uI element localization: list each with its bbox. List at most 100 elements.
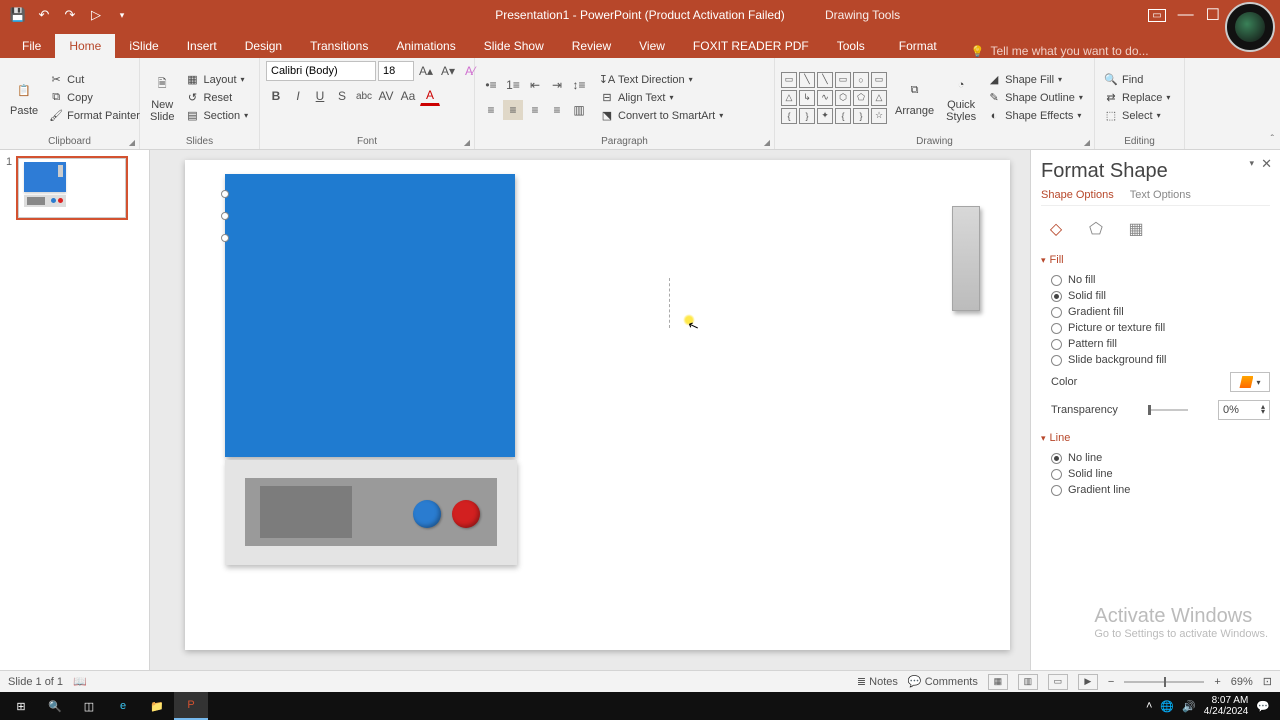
new-slide-button[interactable]: 🗎 New Slide [146,71,178,125]
sorter-view-icon[interactable]: ▥ [1018,674,1038,690]
fit-to-window-icon[interactable]: ⊡ [1263,675,1272,688]
font-size-combo[interactable] [378,61,414,81]
line-solid-line[interactable]: Solid line [1041,466,1270,482]
fill-pattern-fill[interactable]: Pattern fill [1041,336,1270,352]
powerpoint-taskbar-icon[interactable]: P [174,692,208,720]
notifications-icon[interactable]: 💬 [1256,700,1270,713]
zoom-in-icon[interactable]: + [1214,676,1220,688]
shape-effects-button[interactable]: ◐Shape Effects▾ [984,108,1086,124]
line-no-line[interactable]: No line [1041,450,1270,466]
transparency-spinner[interactable]: 0%▴▾ [1218,400,1270,420]
task-view-icon[interactable]: ◫ [72,692,106,720]
fill-picture-fill[interactable]: Picture or texture fill [1041,320,1270,336]
start-from-beginning-icon[interactable]: ▷ [88,7,104,23]
tab-transitions[interactable]: Transitions [296,34,382,58]
drawing-dialog-launcher[interactable]: ◢ [1084,138,1090,147]
reset-button[interactable]: ↺Reset [182,90,251,106]
tab-slideshow[interactable]: Slide Show [470,34,558,58]
shape-fill-button[interactable]: ◢Shape Fill▾ [984,72,1086,88]
comments-button[interactable]: 💬 Comments [908,675,978,688]
copy-button[interactable]: ⧉Copy [46,90,143,106]
slide-canvas-area[interactable]: ↖ [150,150,1030,670]
start-button[interactable]: ⊞ [4,692,38,720]
tab-shape-options[interactable]: Shape Options [1041,189,1114,201]
taskbar-search-icon[interactable]: 🔍 [38,692,72,720]
selected-line-shape[interactable] [225,194,227,238]
minimize-icon[interactable]: — [1178,6,1194,24]
tab-review[interactable]: Review [558,34,625,58]
smartart-button[interactable]: ⬔Convert to SmartArt▾ [597,108,726,124]
font-name-combo[interactable] [266,61,376,81]
tab-foxit[interactable]: FOXIT READER PDF [679,34,823,58]
columns-icon[interactable]: ▥ [569,100,589,120]
explorer-icon[interactable]: 📁 [140,692,174,720]
pane-close-icon[interactable]: ✕ [1261,156,1272,172]
quick-styles-button[interactable]: ◔ Quick Styles [942,71,980,125]
line-gradient-line[interactable]: Gradient line [1041,482,1270,498]
qat-more-icon[interactable]: ▾ [114,7,130,23]
section-button[interactable]: ▤Section▾ [182,108,251,124]
tray-chevron-icon[interactable]: ˄ [1146,700,1152,712]
notes-button[interactable]: ≣ Notes [857,675,898,688]
tray-network-icon[interactable]: 🌐 [1160,700,1174,713]
transparency-slider[interactable] [1148,409,1188,411]
system-clock[interactable]: 8:07 AM4/24/2024 [1204,695,1249,717]
bullets-icon[interactable]: •≡ [481,75,501,95]
spacing-icon[interactable]: AV [376,86,396,106]
clipboard-dialog-launcher[interactable]: ◢ [129,138,135,147]
selection-handle-top[interactable] [221,190,229,198]
numbering-icon[interactable]: 1≡ [503,75,523,95]
line-section-header[interactable]: Line [1041,432,1270,444]
shape-button-blue[interactable] [413,500,441,528]
tab-islide[interactable]: iSlide [115,34,172,58]
shape-button-red[interactable] [452,500,480,528]
decrease-indent-icon[interactable]: ⇤ [525,75,545,95]
tab-tools[interactable]: Tools [823,34,879,58]
maximize-icon[interactable]: ☐ [1206,5,1220,25]
strike-icon[interactable]: S [332,86,352,106]
tab-insert[interactable]: Insert [173,34,231,58]
italic-icon[interactable]: I [288,86,308,106]
paragraph-dialog-launcher[interactable]: ◢ [764,138,770,147]
tab-design[interactable]: Design [231,34,296,58]
text-direction-button[interactable]: ↧AText Direction▾ [597,72,726,88]
line-spacing-icon[interactable]: ↕≡ [569,75,589,95]
font-color-icon[interactable]: A [420,86,440,106]
grow-font-icon[interactable]: A▴ [416,61,436,81]
tab-format[interactable]: Format [885,34,951,58]
pane-options-icon[interactable]: ▾ [1249,158,1254,169]
replace-button[interactable]: ⇄Replace▾ [1101,90,1173,106]
format-painter-button[interactable]: 🖌Format Painter [46,108,143,124]
select-button[interactable]: ⬚Select▾ [1101,108,1173,124]
underline-icon[interactable]: U [310,86,330,106]
fill-gradient-fill[interactable]: Gradient fill [1041,304,1270,320]
fill-no-fill[interactable]: No fill [1041,272,1270,288]
shape-device-body[interactable] [225,174,515,457]
fill-color-picker[interactable]: ▾ [1230,372,1270,392]
selection-handle-bottom[interactable] [221,234,229,242]
tab-view[interactable]: View [625,34,679,58]
justify-icon[interactable]: ≡ [547,100,567,120]
align-left-icon[interactable]: ≡ [481,100,501,120]
redo-icon[interactable]: ↷ [62,7,78,23]
undo-icon[interactable]: ↶ [36,7,52,23]
shape-outline-button[interactable]: ✎Shape Outline▾ [984,90,1086,106]
spellcheck-icon[interactable]: 📖 [73,675,87,688]
context-tab-drawing-tools[interactable]: Drawing Tools [825,8,900,22]
slideshow-view-icon[interactable]: ▶ [1078,674,1098,690]
collapse-ribbon-icon[interactable]: ˆ [1271,134,1274,145]
reading-view-icon[interactable]: ▭ [1048,674,1068,690]
shape-screen[interactable] [260,486,352,538]
zoom-out-icon[interactable]: − [1108,676,1114,688]
bold-icon[interactable]: B [266,86,286,106]
zoom-slider[interactable] [1124,681,1204,683]
fill-line-category-icon[interactable]: ◇ [1043,216,1069,242]
user-avatar[interactable] [1225,2,1275,52]
tell-me-search[interactable]: Tell me what you want to do... [971,44,1149,58]
increase-indent-icon[interactable]: ⇥ [547,75,567,95]
edge-icon[interactable]: e [106,692,140,720]
shape-device-slot[interactable] [952,206,980,311]
align-center-icon[interactable]: ≡ [503,100,523,120]
fill-section-header[interactable]: Fill [1041,254,1270,266]
slide[interactable]: ↖ [185,160,1010,650]
